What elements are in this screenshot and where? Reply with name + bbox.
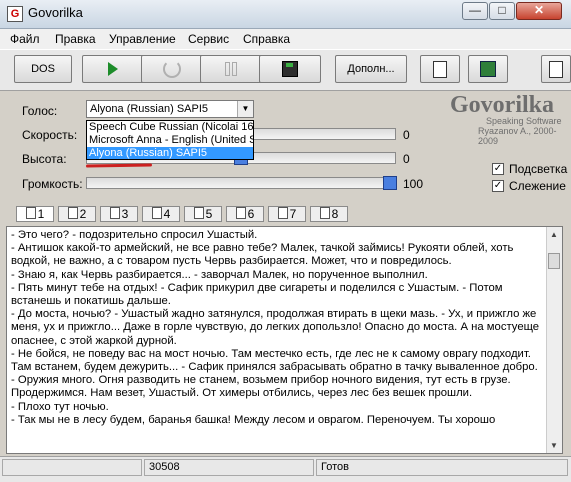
scroll-up-icon[interactable]: ▲ xyxy=(547,227,561,242)
app-logo: Govorilka xyxy=(450,92,555,118)
stop-icon xyxy=(163,60,181,79)
voice-dropdown-list: Speech Cube Russian (Nicolai 16K Microso… xyxy=(86,120,254,160)
text-paragraph: - Не бойся, не поведу вас на мост ночью.… xyxy=(11,347,538,400)
window-title: Govorilka xyxy=(28,5,83,20)
volume-slider[interactable] xyxy=(86,177,396,189)
voice-option[interactable]: Speech Cube Russian (Nicolai 16K xyxy=(87,121,253,134)
status-char-count: 30508 xyxy=(144,459,314,476)
menu-help[interactable]: Справка xyxy=(243,32,290,46)
menu-edit[interactable]: Правка xyxy=(55,32,96,46)
tab-label: 3 xyxy=(121,207,129,221)
tab-7[interactable]: 7 xyxy=(268,206,306,222)
bookmark-icon xyxy=(193,207,204,219)
close-button[interactable]: ✕ xyxy=(516,2,562,20)
stop-button[interactable] xyxy=(141,55,203,83)
status-state: Готов xyxy=(316,459,568,476)
voice-option[interactable]: Microsoft Anna - English (United St xyxy=(87,134,253,147)
text-paragraph: - Пять минут тебе на отдых! - Сафик прик… xyxy=(11,281,503,308)
text-content: - Это чего? - подозрительно спросил Ушас… xyxy=(11,229,543,427)
highlight-checkbox[interactable]: ✓ xyxy=(492,163,504,175)
bookmark-icon xyxy=(235,207,246,219)
follow-label: Слежение xyxy=(509,179,566,193)
text-paragraph: - Так мы не в лесу будем, баранья башка!… xyxy=(11,413,496,426)
tab-label: 5 xyxy=(205,207,213,221)
tab-5[interactable]: 5 xyxy=(184,206,222,222)
vertical-scrollbar[interactable]: ▲ ▼ xyxy=(546,227,562,453)
toolbar: DOS Дополн... xyxy=(0,49,571,91)
volume-slider-thumb[interactable] xyxy=(383,176,397,190)
document-icon xyxy=(433,60,447,78)
app-icon: G xyxy=(7,6,23,22)
status-cell-empty xyxy=(2,459,142,476)
tab-8[interactable]: 8 xyxy=(310,206,348,222)
annotation-underline xyxy=(85,163,153,168)
tab-label: 1 xyxy=(37,207,45,221)
bookmark-icon xyxy=(109,207,120,219)
title-bar: G Govorilka — □ ✕ xyxy=(0,0,571,29)
speed-value: 0 xyxy=(403,128,410,142)
tab-6[interactable]: 6 xyxy=(226,206,264,222)
voice-label: Голос: xyxy=(22,104,58,118)
logo-copyright: Ryazanov A., 2000-2009 xyxy=(478,126,557,146)
record-button[interactable] xyxy=(259,55,321,83)
text-paragraph: - Антишок какой-то армейский, не все рав… xyxy=(11,242,514,268)
bookmark-icon xyxy=(319,207,330,219)
logo-subtitle: Speaking Software xyxy=(486,116,562,126)
menu-control[interactable]: Управление xyxy=(109,32,176,46)
text-paragraph: - До моста, ночью? - Ушастый жадно затян… xyxy=(11,308,540,347)
text-paragraph: - Это чего? - подозрительно спросил Ушас… xyxy=(11,229,258,241)
tab-label: 4 xyxy=(163,207,171,221)
tab-label: 8 xyxy=(331,207,339,221)
text-editor[interactable]: - Это чего? - подозрительно спросил Ушас… xyxy=(6,226,563,454)
minimize-button[interactable]: — xyxy=(462,2,488,20)
tab-2[interactable]: 2 xyxy=(58,206,96,222)
pitch-label: Высота: xyxy=(22,152,67,166)
follow-checkbox[interactable]: ✓ xyxy=(492,180,504,192)
status-bar: 30508 Готов xyxy=(0,456,571,482)
volume-value: 100 xyxy=(403,177,424,191)
chevron-down-icon[interactable]: ▼ xyxy=(237,101,253,117)
speed-label: Скорость: xyxy=(22,128,78,142)
bookmark-icon xyxy=(151,207,162,219)
voice-select[interactable]: Alyona (Russian) SAPI5 ▼ xyxy=(86,100,254,118)
more-button[interactable]: Дополн... xyxy=(335,55,407,83)
document-button[interactable] xyxy=(420,55,460,83)
bookmark-icon xyxy=(277,207,288,219)
save-audio-icon xyxy=(282,61,298,78)
dos-button[interactable]: DOS xyxy=(14,55,72,83)
checklist-icon xyxy=(549,60,563,78)
tab-3[interactable]: 3 xyxy=(100,206,138,222)
text-paragraph: - Знаю я, как Червь разбирается... - зав… xyxy=(11,268,428,281)
highlight-label: Подсветка xyxy=(509,162,568,176)
pitch-value: 0 xyxy=(403,152,410,166)
scrollbar-thumb[interactable] xyxy=(548,253,560,269)
voice-option-selected[interactable]: Alyona (Russian) SAPI5 xyxy=(87,147,253,159)
menu-bar: Файл Правка Управление Сервис Справка xyxy=(0,29,571,49)
menu-service[interactable]: Сервис xyxy=(188,32,229,46)
dictionary-button[interactable] xyxy=(468,55,508,83)
maximize-button[interactable]: □ xyxy=(489,2,515,20)
tab-label: 2 xyxy=(79,207,87,221)
scroll-down-icon[interactable]: ▼ xyxy=(547,438,561,453)
tab-label: 6 xyxy=(247,207,255,221)
tab-1[interactable]: 1 xyxy=(16,206,54,222)
volume-label: Громкость: xyxy=(22,177,83,191)
play-icon xyxy=(108,62,118,77)
play-button[interactable] xyxy=(82,55,144,83)
tab-4[interactable]: 4 xyxy=(142,206,180,222)
extra-button[interactable] xyxy=(541,55,571,83)
tab-label: 7 xyxy=(289,207,297,221)
pause-button[interactable] xyxy=(200,55,262,83)
books-icon xyxy=(480,61,496,78)
pause-icon xyxy=(224,62,238,77)
voice-selected-value: Alyona (Russian) SAPI5 xyxy=(90,103,208,115)
text-paragraph: - Плохо тут ночью. xyxy=(11,400,109,413)
bookmark-icon xyxy=(25,207,36,219)
menu-file[interactable]: Файл xyxy=(10,32,40,46)
bookmark-icon xyxy=(67,207,78,219)
